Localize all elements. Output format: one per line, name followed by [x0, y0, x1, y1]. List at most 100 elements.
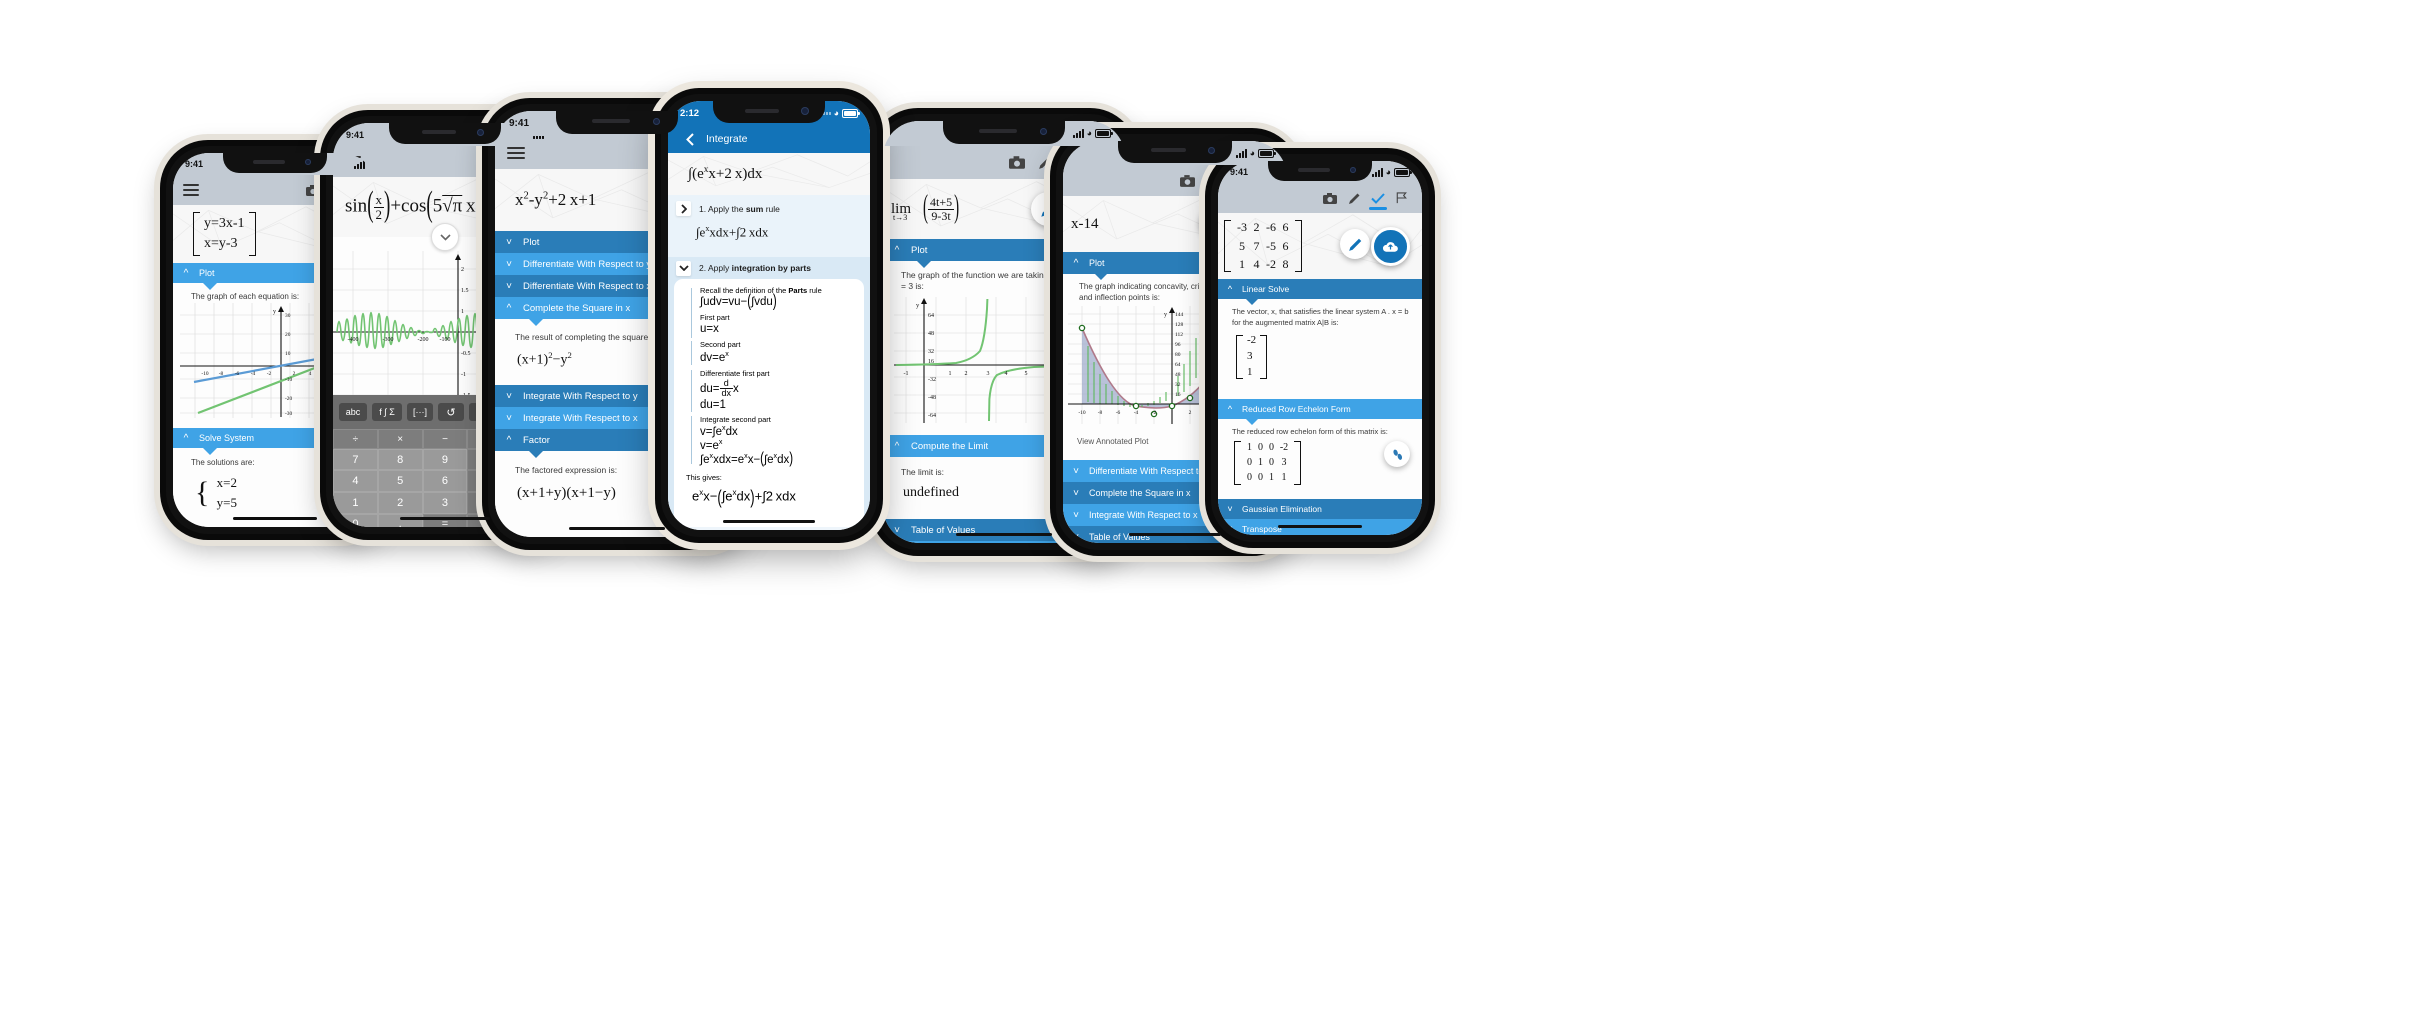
- key-9[interactable]: 9: [422, 449, 468, 471]
- chevron-down-icon: ˅: [1227, 504, 1233, 514]
- this-gives-label: This gives:: [686, 473, 722, 483]
- key-5[interactable]: 5: [377, 470, 423, 492]
- status-time: 2:12: [680, 107, 700, 119]
- section-header-linear-solve[interactable]: ^ Linear Solve: [1218, 279, 1422, 299]
- screenshot-root: 9:41 y=3x-1 x=y-3 ^ Plot The graph of ea…: [0, 0, 2418, 1013]
- key-abc[interactable]: abc: [339, 403, 367, 421]
- svg-text:y: y: [1164, 312, 1167, 318]
- chevron-down-icon: ˅: [506, 236, 512, 248]
- key-functions[interactable]: f ∫ Σ: [372, 403, 402, 421]
- menu-icon[interactable]: [183, 183, 199, 197]
- section-body-linear-solve: The vector, x, that satisfies the linear…: [1218, 299, 1422, 399]
- section-header-rref[interactable]: ^ Reduced Row Echelon Form: [1218, 399, 1422, 419]
- section-header-gaussian[interactable]: ˅ Gaussian Elimination: [1218, 499, 1422, 519]
- chevron-down-icon: ˅: [506, 280, 512, 292]
- svg-text:64: 64: [1175, 362, 1181, 368]
- matrix-row: 1 4 -2 8: [1239, 257, 1289, 272]
- expression-display[interactable]: ∫(exx+2 x)dx: [668, 153, 870, 195]
- status-time: 9:41: [1230, 167, 1249, 177]
- svg-text:-1: -1: [904, 371, 909, 377]
- key-0[interactable]: 0: [333, 513, 378, 527]
- matrix-rows: -3 2 -6 6 5 7 -5 6 1 4 -2 8: [1231, 218, 1295, 274]
- expression-display[interactable]: -3 2 -6 6 5 7 -5 6 1 4 -2 8: [1218, 213, 1422, 279]
- key-1[interactable]: 1: [333, 491, 378, 514]
- step-2-header[interactable]: 2. Apply integration by parts: [668, 257, 870, 279]
- svg-text:-4: -4: [1133, 410, 1138, 416]
- svg-text:32: 32: [928, 349, 934, 355]
- wifi-icon: ◕: [1249, 147, 1255, 158]
- substep-differentiate: Differentiate first part du= d dx x du=1: [674, 369, 864, 412]
- chevron-down-icon: ˅: [1227, 524, 1233, 534]
- section-label: Reduced Row Echelon Form: [1242, 404, 1351, 414]
- section-label: Integrate With Respect to x: [523, 412, 638, 424]
- camera-icon[interactable]: [1318, 192, 1342, 204]
- key-divide[interactable]: ÷: [333, 429, 378, 450]
- view-annotated-plot-link[interactable]: View Annotated Plot: [1077, 437, 1148, 446]
- section-label: Plot: [911, 244, 928, 256]
- chevron-up-icon: ^: [894, 440, 900, 452]
- svg-text:-400: -400: [348, 337, 359, 343]
- key-2[interactable]: 2: [377, 491, 423, 514]
- steps-fab[interactable]: [1384, 441, 1410, 467]
- svg-text:48: 48: [928, 331, 934, 337]
- camera-icon[interactable]: [1174, 174, 1200, 187]
- svg-text:4: 4: [1005, 371, 1008, 377]
- check-icon[interactable]: [1366, 192, 1390, 210]
- svg-text:-48: -48: [928, 395, 936, 401]
- solution-y: y=5: [216, 494, 237, 510]
- flag-icon[interactable]: [1390, 192, 1412, 204]
- key-7[interactable]: 7: [333, 449, 378, 471]
- section-label: Integrate With Respect to x: [1089, 510, 1198, 520]
- svg-text:y: y: [273, 309, 276, 315]
- key-matrix[interactable]: [···]: [407, 403, 433, 421]
- step-3[interactable]: 3. Apply the exponential rule exx−∫exdx: [668, 527, 870, 530]
- svg-text:-10: -10: [285, 377, 292, 383]
- section-label: Plot: [523, 236, 540, 248]
- section-pointer: [1246, 419, 1258, 425]
- svg-text:80: 80: [1175, 352, 1181, 358]
- chevron-up-icon: ^: [1227, 284, 1233, 294]
- pencil-fab[interactable]: [1340, 229, 1370, 259]
- key-multiply[interactable]: ×: [377, 429, 423, 450]
- chevron-up-icon: ^: [183, 267, 189, 279]
- collapse-step-icon[interactable]: [676, 260, 691, 276]
- nav-title: Integrate: [706, 133, 748, 145]
- key-equals[interactable]: =: [422, 513, 468, 527]
- chevron-down-icon: ˅: [506, 390, 512, 402]
- expand-step-icon[interactable]: [676, 201, 691, 216]
- menu-icon[interactable]: [507, 145, 525, 160]
- svg-text:30: 30: [285, 313, 291, 319]
- expr-text: x2-y2+2 x+1: [515, 190, 597, 209]
- svg-text:-200: -200: [418, 337, 429, 343]
- cellular-icon: [1072, 129, 1084, 138]
- key-decimal[interactable]: .: [377, 513, 423, 527]
- battery-icon: [1394, 167, 1412, 177]
- cloud-upload-fab[interactable]: [1371, 227, 1410, 266]
- section-pointer: [203, 283, 217, 290]
- back-chevron-icon[interactable]: [682, 132, 698, 146]
- cellular-icon: [1371, 167, 1383, 177]
- svg-text:y: y: [916, 302, 920, 309]
- svg-text:-1: -1: [461, 372, 466, 378]
- chevron-down-icon: ˅: [894, 524, 900, 536]
- key-4[interactable]: 4: [333, 470, 378, 492]
- key-3[interactable]: 3: [422, 491, 468, 514]
- camera-icon[interactable]: [1003, 156, 1031, 169]
- svg-text:-32: -32: [928, 377, 936, 383]
- step-2-body: Recall the definition of the Parts rule …: [668, 279, 870, 527]
- svg-text:-300: -300: [383, 337, 394, 343]
- key-minus[interactable]: −: [422, 429, 468, 450]
- battery-icon: [1258, 148, 1276, 158]
- svg-text:48: 48: [1175, 372, 1181, 378]
- battery-icon: [1095, 129, 1113, 138]
- key-6[interactable]: 6: [422, 470, 468, 492]
- home-indicator: [723, 519, 815, 523]
- key-8[interactable]: 8: [377, 449, 423, 471]
- step-1[interactable]: 1. Apply the sum rule ∫exxdx+∫2 xdx: [668, 195, 870, 257]
- undo-icon[interactable]: ↺: [438, 403, 464, 421]
- chevron-up-icon: ^: [506, 302, 512, 314]
- pencil-icon[interactable]: [1342, 192, 1366, 205]
- collapse-expression-button[interactable]: [431, 223, 459, 251]
- svg-text:16: 16: [928, 359, 934, 365]
- svg-text:-20: -20: [285, 396, 292, 402]
